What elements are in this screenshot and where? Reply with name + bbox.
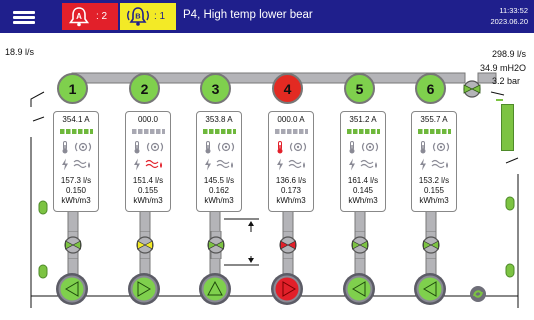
pump-number: 6: [426, 80, 435, 97]
pump-energy-unit: kWh/m3: [204, 196, 234, 205]
pump-number-badge[interactable]: 6: [415, 73, 446, 104]
pump-flow: 153.2 l/s: [418, 176, 450, 185]
pump-flow: 145.5 l/s: [203, 176, 235, 185]
pump-speed-bar: [60, 129, 93, 134]
pump-flow: 157.3 l/s: [60, 176, 92, 185]
power-icon: [134, 158, 140, 170]
inflow-reading: 18.9 l/s: [5, 47, 35, 57]
vibration-icon: [146, 142, 164, 152]
plant-readings: 298.9 l/s 34.9 mH2O 3.2 bar: [480, 48, 526, 89]
pump-current: 000.0: [137, 115, 159, 124]
pump-3[interactable]: 3 353.8 A 145.5 l/s 0.162 kWh/m3: [196, 73, 244, 309]
pump-number-badge[interactable]: 5: [344, 73, 375, 104]
pressure-head-reading: 34.9 mH2O: [479, 62, 526, 73]
pump-flow: 151.4 l/s: [132, 176, 164, 185]
pump-speed-bar: [418, 129, 451, 134]
check-valve-icon[interactable]: [206, 231, 226, 259]
pump-energy-unit: kWh/m3: [276, 196, 306, 205]
pump-speed-bar: [132, 129, 165, 134]
pump-6[interactable]: 6 355.7 A 153.2 l/s 0.155 kWh/m3: [411, 73, 459, 309]
pressure-level-bar: [496, 99, 514, 151]
pump-current: 000.0 A: [277, 115, 305, 124]
pump-current: 355.7 A: [420, 115, 448, 124]
pump-number-badge[interactable]: 2: [129, 73, 160, 104]
pump-speed-bar: [347, 129, 380, 134]
pump-current: 354.1 A: [62, 115, 90, 124]
power-icon: [205, 158, 211, 170]
leakage-icon: [360, 159, 377, 168]
pump-speed-bar: [275, 129, 308, 134]
pump-info-card[interactable]: 354.1 A 157.3 l/s 0.150 kWh/m3: [53, 111, 99, 212]
pump-current: 353.8 A: [205, 115, 233, 124]
leakage-icon: [288, 159, 305, 168]
pump-5[interactable]: 5 351.2 A 161.4 l/s 0.145 kWh/m3: [340, 73, 388, 309]
power-icon: [277, 158, 283, 170]
thermometer-icon: [134, 140, 140, 153]
pump-info-card[interactable]: 353.8 A 145.5 l/s 0.162 kWh/m3: [196, 111, 242, 212]
thermometer-icon: [420, 140, 426, 153]
pump-flow: 136.6 l/s: [275, 176, 307, 185]
pump-motor-icon[interactable]: [342, 272, 376, 306]
pump-number-badge[interactable]: 4: [272, 73, 303, 104]
outflow-reading: 298.9 l/s: [491, 49, 526, 59]
check-valve-icon[interactable]: [278, 231, 298, 259]
check-valve-icon[interactable]: [350, 231, 370, 259]
thermometer-icon: [349, 140, 355, 153]
pump-2[interactable]: 2 000.0 151.4 l/s 0.155 kWh/m3: [125, 73, 173, 309]
pump-4[interactable]: 4 000.0 A 136.6 l/s 0.173 kWh/m3: [268, 73, 316, 309]
pump-energy-unit: kWh/m3: [133, 196, 163, 205]
thermometer-icon: [205, 140, 211, 153]
pump-info-card[interactable]: 000.0 151.4 l/s 0.155 kWh/m3: [125, 111, 171, 212]
pump-number: 5: [355, 80, 364, 97]
pump-number: 3: [211, 80, 220, 97]
pump-energy-unit: kWh/m3: [61, 196, 91, 205]
pump-energy: 0.155: [423, 186, 445, 195]
check-valve-icon[interactable]: [63, 231, 83, 259]
vibration-icon: [432, 142, 450, 152]
pump-energy: 0.145: [352, 186, 374, 195]
check-valve-icon[interactable]: [135, 231, 155, 259]
pump-number-badge[interactable]: 3: [200, 73, 231, 104]
thermometer-icon: [62, 140, 68, 153]
pump-energy: 0.155: [137, 186, 159, 195]
pump-1[interactable]: 1 354.1 A 157.3 l/s 0.150 kWh/m3: [53, 73, 101, 309]
pump-number: 4: [283, 80, 292, 97]
check-valve-icon[interactable]: [421, 231, 441, 259]
vibration-icon: [74, 142, 92, 152]
pump-energy-unit: kWh/m3: [348, 196, 378, 205]
thermometer-icon: [277, 140, 283, 153]
pump-current: 351.2 A: [349, 115, 377, 124]
pump-energy: 0.150: [65, 186, 87, 195]
pump-motor-icon[interactable]: [270, 272, 304, 306]
vibration-icon: [217, 142, 235, 152]
pump-energy: 0.173: [280, 186, 302, 195]
vibration-icon: [361, 142, 379, 152]
pump-energy: 0.162: [208, 186, 230, 195]
pump-number-badge[interactable]: 1: [57, 73, 88, 104]
pump-number: 1: [68, 80, 77, 97]
power-icon: [420, 158, 426, 170]
pump-motor-icon[interactable]: [413, 272, 447, 306]
power-icon: [349, 158, 355, 170]
leakage-icon: [73, 159, 90, 168]
pump-number: 2: [140, 80, 149, 97]
pump-flow: 161.4 l/s: [347, 176, 379, 185]
vibration-icon: [289, 142, 307, 152]
pump-info-card[interactable]: 000.0 A 136.6 l/s 0.173 kWh/m3: [268, 111, 314, 212]
pump-motor-icon[interactable]: [198, 272, 232, 306]
pump-speed-bar: [203, 129, 236, 134]
pump-motor-icon[interactable]: [127, 272, 161, 306]
pump-motor-icon[interactable]: [55, 272, 89, 306]
leakage-icon: [145, 159, 162, 168]
power-icon: [62, 158, 68, 170]
pump-info-card[interactable]: 351.2 A 161.4 l/s 0.145 kWh/m3: [340, 111, 386, 212]
pressure-reading: 3.2 bar: [491, 76, 520, 86]
pump-energy-unit: kWh/m3: [419, 196, 449, 205]
leakage-icon: [431, 159, 448, 168]
pump-info-card[interactable]: 355.7 A 153.2 l/s 0.155 kWh/m3: [411, 111, 457, 212]
leakage-icon: [216, 159, 233, 168]
drain-pump-icon[interactable]: [469, 285, 487, 303]
